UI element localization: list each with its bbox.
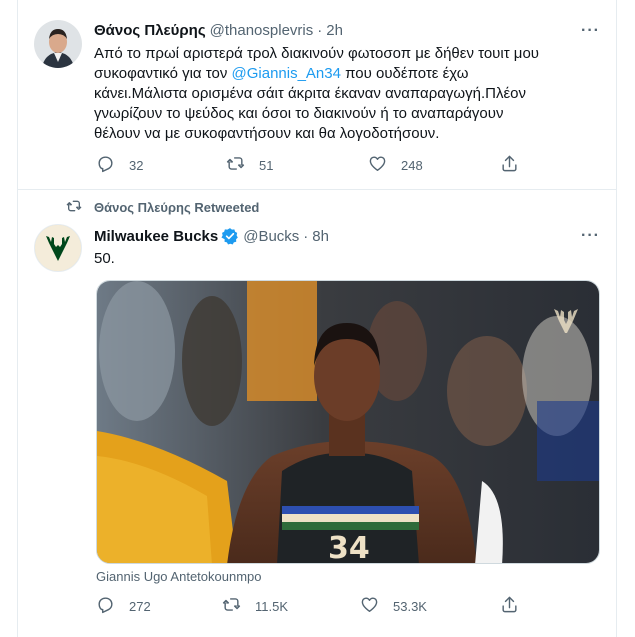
jersey-number: 34 — [328, 531, 370, 564]
reply-icon — [96, 595, 115, 617]
share-button[interactable] — [500, 154, 519, 176]
author-name[interactable]: Milwaukee Bucks — [94, 228, 218, 245]
timeline: Θάνος Πλεύρης @thanosplevris · 2h ··· Απ… — [17, 0, 617, 637]
author-handle[interactable]: @thanosplevris — [210, 22, 314, 39]
image-caption[interactable]: Giannis Ugo Antetokounmpo — [96, 569, 262, 584]
share-icon — [500, 595, 519, 617]
share-button[interactable] — [500, 595, 519, 617]
tweet-actions: 272 11.5K 53.3K — [96, 595, 536, 619]
verified-icon — [221, 227, 239, 245]
tweet-time[interactable]: 2h — [326, 22, 343, 39]
tweet-text: Από το πρωί αριστερά τρολ διακινούν φωτο… — [94, 44, 604, 144]
tweet-text-segment: συκοφαντικό για τον — [94, 65, 232, 82]
retweet-count: 51 — [259, 157, 274, 173]
share-icon — [500, 154, 519, 176]
reply-button[interactable]: 272 — [96, 595, 151, 617]
like-icon — [368, 154, 387, 176]
reply-button[interactable]: 32 — [96, 154, 143, 176]
retweet-button[interactable]: 51 — [226, 154, 273, 176]
tweet-actions: 32 51 248 — [96, 154, 536, 178]
tweet-text-line: γνωρίζουν το ψεύδος και όσοι το διακινού… — [94, 105, 504, 122]
retweeted-by-label: Θάνος Πλεύρης Retweeted — [94, 200, 260, 215]
retweeted-by-line[interactable]: Θάνος Πλεύρης Retweeted — [66, 198, 259, 217]
like-button[interactable]: 53.3K — [360, 595, 427, 617]
avatar-bucks[interactable] — [34, 224, 82, 272]
separator-dot: · — [303, 227, 309, 245]
retweet-button[interactable]: 11.5K — [222, 595, 288, 617]
tweet-text-line: Από το πρωί αριστερά τρολ διακινούν φωτο… — [94, 45, 539, 62]
author-name[interactable]: Θάνος Πλεύρης — [94, 22, 206, 39]
tweet-image[interactable]: 34 — [96, 280, 600, 564]
like-button[interactable]: 248 — [368, 154, 423, 176]
like-icon — [360, 595, 379, 617]
tweet-text: 50. — [94, 250, 115, 267]
like-count: 53.3K — [393, 598, 427, 614]
more-icon[interactable]: ··· — [581, 227, 600, 245]
retweet-count: 11.5K — [255, 598, 289, 614]
more-icon[interactable]: ··· — [581, 22, 600, 40]
like-count: 248 — [401, 157, 423, 173]
tweet-time[interactable]: 8h — [312, 228, 329, 245]
tweet-text-line: θέλουν να με συκοφαντήσουν και θα λογοδο… — [94, 125, 440, 142]
author-handle[interactable]: @Bucks — [243, 228, 299, 245]
avatar-plevris[interactable] — [34, 20, 82, 68]
retweet-icon — [226, 154, 245, 176]
mention-link[interactable]: @Giannis_An34 — [232, 65, 341, 82]
retweet-icon — [222, 595, 241, 617]
tweet-text-line: κάνει.Μάλιστα ορισμένα σάιτ άκριτα έκανα… — [94, 85, 527, 102]
tweet-bucks[interactable]: Θάνος Πλεύρης Retweeted Milwaukee Bucks … — [18, 190, 616, 637]
tweet-text-segment: που ουδέποτε έχω — [340, 65, 469, 82]
reply-icon — [96, 154, 115, 176]
tweet-text-line: συκοφαντικό για τον @Giannis_An34 που ου… — [94, 64, 604, 84]
separator-dot: · — [317, 22, 323, 39]
retweet-icon — [66, 198, 94, 217]
reply-count: 32 — [129, 157, 144, 173]
tweet-plevris[interactable]: Θάνος Πλεύρης @thanosplevris · 2h ··· Απ… — [18, 0, 616, 190]
reply-count: 272 — [129, 598, 151, 614]
